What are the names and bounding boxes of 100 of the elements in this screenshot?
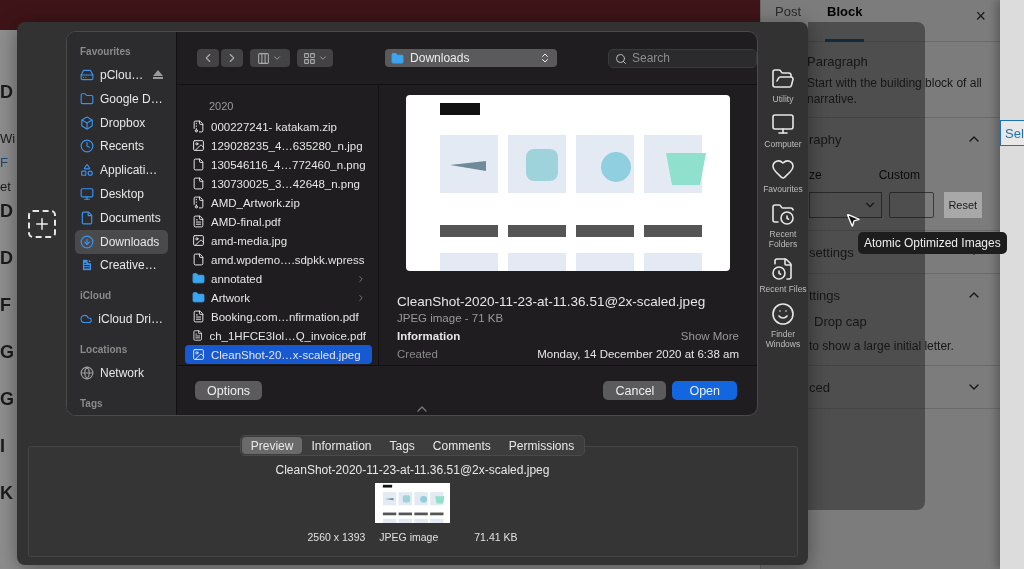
file-row[interactable]: Artwork [185, 288, 372, 307]
info-tab[interactable]: Preview [241, 437, 303, 454]
globe-icon [80, 366, 94, 381]
image-icon [192, 234, 205, 247]
file-row[interactable]: 130730025_3…42648_n.png [185, 174, 372, 193]
info-tab[interactable]: Tags [380, 437, 424, 454]
document-icon [80, 210, 94, 225]
heading-text: G [0, 388, 15, 411]
info-title: Information [397, 330, 461, 342]
sidebar-tab[interactable]: Block [825, 0, 865, 42]
field-label: ze [809, 168, 822, 182]
file-row[interactable]: 000227241- katakam.zip [185, 117, 372, 136]
view-button[interactable] [250, 49, 290, 67]
file-row[interactable]: AMD-final.pdf [185, 212, 372, 231]
info-tab[interactable]: Information [302, 437, 381, 454]
updown-icon [539, 52, 551, 64]
group-header: 2020 [208, 99, 235, 114]
file-kind: JPEG image - 71 KB [397, 312, 505, 324]
clock-icon [80, 139, 94, 154]
section-title: Tags [79, 396, 104, 411]
sidebar-item[interactable]: Dropbox [75, 110, 168, 135]
smile-icon [771, 302, 795, 326]
folder-icon [192, 272, 205, 285]
search-icon [615, 52, 627, 65]
file-row[interactable]: amd.wpdemo….sdpkk.wpress [185, 250, 372, 269]
custom-size-field[interactable] [889, 192, 934, 218]
sidebar-item[interactable]: Network [75, 361, 168, 385]
info-value: Monday, 14 December 2020 at 6:38 am [537, 348, 739, 360]
file-row[interactable]: ch_1HFCE3Iol…Q_invoice.pdf [185, 326, 372, 345]
close-button[interactable]: × [975, 0, 986, 27]
section-title: Locations [79, 343, 129, 358]
file-row[interactable]: 130546116_4…772460_n.png [185, 155, 372, 174]
archive-icon [192, 196, 205, 209]
add-button[interactable] [27, 209, 56, 238]
heading-text: D [0, 200, 14, 223]
columns-icon [257, 51, 271, 65]
file-row[interactable]: amd-media.jpg [185, 231, 372, 250]
location-popup[interactable]: Downloads [385, 49, 557, 67]
download-icon [80, 234, 94, 249]
options-button[interactable]: Options [195, 381, 263, 400]
sidebar-item[interactable]: Applicati… [75, 158, 168, 183]
file-clock-icon [771, 257, 795, 281]
reset-button[interactable]: Reset [943, 192, 982, 218]
sidebar-item[interactable]: Desktop [75, 182, 168, 206]
file-row[interactable]: CleanShot-20…x-scaled.jpeg [185, 345, 372, 364]
file-name: CleanShot-2020-11-23-at-11.36.51@2x-scaled.jpeg [275, 463, 550, 477]
folder-icon [80, 91, 94, 106]
monitor-icon [771, 112, 795, 136]
shortcut-button[interactable]: Recent Folders [758, 202, 808, 249]
sidebar-item[interactable]: Documents [75, 205, 168, 230]
sidebar-item[interactable]: Google D… [75, 86, 168, 111]
select-button[interactable]: Sel [1000, 120, 1024, 146]
cancel-button[interactable]: Cancel [603, 381, 667, 400]
sidebar-item[interactable]: pClou… [75, 63, 168, 87]
chevron-down-icon [272, 53, 283, 63]
info-tab[interactable]: Permissions [499, 437, 584, 454]
shortcut-button[interactable]: Favourites [758, 157, 808, 194]
heading-text: G [0, 341, 15, 364]
sidebar-item[interactable]: iCloud Dri… [75, 307, 168, 332]
info-label: Created [397, 348, 438, 360]
file-row[interactable]: AMD_Artwork.zip [185, 193, 372, 212]
heading-text: F [0, 294, 12, 317]
heading-text: K [0, 482, 14, 505]
info-tab[interactable]: Comments [423, 437, 500, 454]
folder-clock-icon [771, 202, 795, 226]
shortcut-button[interactable]: Finder Windows [758, 302, 808, 349]
pdf-file-icon [192, 329, 204, 342]
shortcut-button[interactable]: Computer [758, 112, 808, 149]
tooltip: Atomic Optimized Images [858, 232, 1007, 254]
body-text: Wi [0, 130, 17, 148]
sidebar-item[interactable]: Creative… [75, 253, 168, 278]
show-more-link[interactable]: Show More [680, 330, 739, 342]
shortcut-button[interactable]: Utility [758, 67, 808, 104]
chevron-right-icon [356, 273, 366, 284]
image-file-icon [192, 158, 205, 171]
open-button[interactable]: Open [672, 381, 737, 400]
forward-button[interactable] [221, 49, 243, 67]
chevron-right-icon [356, 292, 366, 303]
file-row[interactable]: Booking.com…nfirmation.pdf [185, 307, 372, 326]
eject-icon[interactable] [153, 70, 163, 80]
sidebar-item[interactable]: Recents [75, 134, 168, 159]
apps-icon [80, 163, 94, 178]
file-row[interactable]: 129028235_4…635280_n.jpg [185, 136, 372, 155]
group-button[interactable] [297, 49, 334, 67]
file-row[interactable]: annotated [185, 269, 372, 288]
document-icon [192, 253, 205, 266]
back-button[interactable] [197, 49, 219, 67]
pdf-file-icon [192, 310, 205, 323]
heading-text: D [0, 247, 14, 270]
shortcut-button[interactable]: Recent Files [758, 257, 808, 294]
sidebar-item[interactable]: Downloads [75, 229, 168, 254]
grid-icon [302, 51, 316, 65]
file-kind: JPEG image [379, 531, 439, 543]
folder-icon [391, 51, 405, 65]
image-icon [192, 348, 205, 361]
heart-icon [771, 157, 795, 181]
file-icon [80, 258, 94, 273]
search-field[interactable]: Search [608, 48, 757, 68]
cursor-icon [845, 212, 861, 228]
heading-text: D [0, 81, 14, 104]
